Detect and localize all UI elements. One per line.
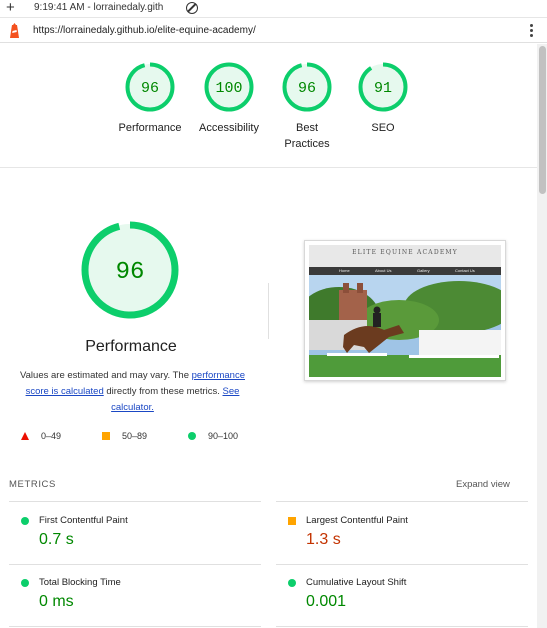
performance-description: Values are estimated and may vary. The p… [20, 370, 245, 413]
performance-title: Performance [85, 338, 177, 355]
divider [276, 501, 528, 502]
gauge-label: Performance [118, 122, 182, 134]
gauge-label: Best Practices [284, 122, 330, 150]
hero-image [309, 275, 501, 377]
page-screenshot[interactable]: ELITE EQUINE ACADEMY Home About Us Galle… [304, 240, 506, 381]
gauge-score: 100 [215, 80, 242, 97]
pass-circle-icon [288, 579, 296, 587]
plus-icon[interactable]: + [6, 0, 15, 16]
score-summary: 96 Performance 100 Accessibility 96 Best… [0, 44, 537, 168]
gauge-label: Accessibility [199, 122, 259, 134]
metric-value: 1.3 s [306, 531, 341, 548]
kebab-menu-icon[interactable] [530, 24, 534, 38]
circle-icon [188, 432, 196, 440]
tab-strip: + 9:19:41 AM - lorrainedaly.githu [0, 0, 547, 18]
divider [268, 283, 269, 339]
divider [9, 626, 261, 627]
gauge-ring: 96 [125, 62, 175, 112]
gauge-score: 96 [298, 80, 316, 97]
pass-circle-icon [21, 579, 29, 587]
url-text[interactable]: https://lorrainedaly.github.io/elite-equ… [33, 25, 256, 36]
metric-value: 0.7 s [39, 531, 74, 548]
divider [9, 564, 261, 565]
metrics-header: METRICS [9, 479, 56, 490]
square-icon [102, 432, 110, 440]
divider [9, 501, 261, 502]
gauge-score: 96 [141, 80, 159, 97]
gauge-score: 91 [374, 80, 392, 97]
gauge-ring: 100 [204, 62, 254, 112]
average-square-icon [288, 517, 296, 525]
scrollbar-thumb[interactable] [539, 46, 546, 194]
divider [276, 564, 528, 565]
site-title: ELITE EQUINE ACADEMY [309, 245, 501, 267]
tab-title[interactable]: 9:19:41 AM - lorrainedaly.githu [34, 2, 164, 13]
address-bar: https://lorrainedaly.github.io/elite-equ… [0, 19, 547, 43]
gauge-performance[interactable]: 96 Performance [105, 62, 195, 136]
gauge-ring: 91 [358, 62, 408, 112]
site-nav: Home About Us Gallery Contact Us [309, 267, 501, 275]
pass-circle-icon [21, 517, 29, 525]
gauge-seo[interactable]: 91 SEO [338, 62, 428, 136]
metric-value: 0.001 [306, 593, 347, 610]
expand-view-button[interactable]: Expand view [456, 479, 510, 490]
gauge-accessibility[interactable]: 100 Accessibility [184, 62, 274, 136]
block-icon[interactable] [186, 2, 198, 14]
gauge-ring: 96 [282, 62, 332, 112]
performance-score: 96 [116, 259, 145, 286]
triangle-icon [21, 432, 29, 440]
lighthouse-icon [10, 23, 19, 38]
divider [276, 626, 528, 627]
gauge-label: SEO [371, 122, 395, 134]
metric-value: 0 ms [39, 593, 74, 610]
performance-gauge: 96 [81, 221, 179, 319]
